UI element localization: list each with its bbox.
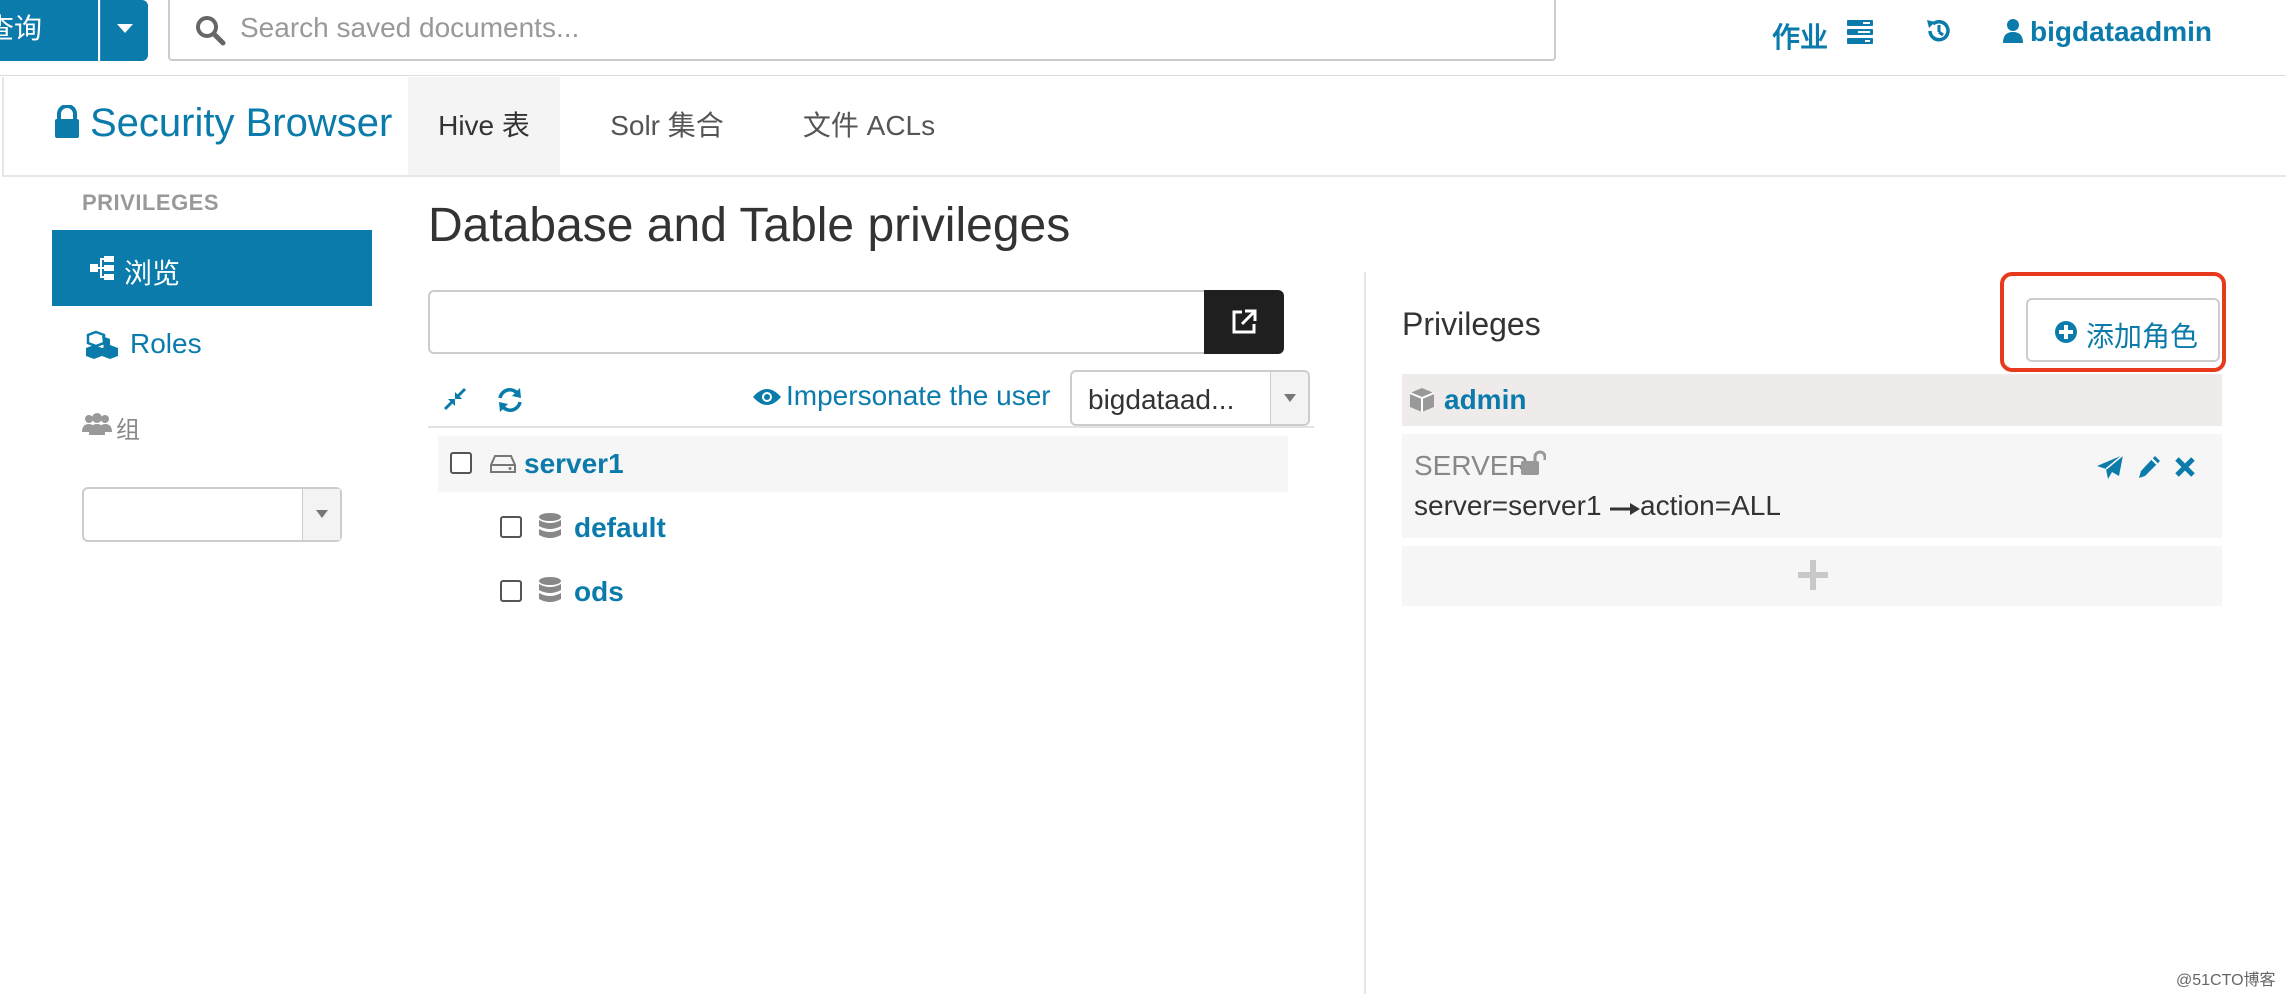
arrow-right-icon	[1610, 502, 1640, 516]
external-link-icon	[1230, 308, 1258, 336]
sidebar-item-label: 组	[116, 417, 140, 444]
group-select-toggle[interactable]	[302, 489, 340, 540]
role-header[interactable]: admin	[1402, 374, 2222, 426]
group-select[interactable]	[82, 487, 342, 542]
privilege-card: SERVER server=server1 action=ALL	[1402, 434, 2222, 538]
plus-icon	[1798, 560, 1828, 590]
caret-down-icon	[117, 24, 133, 33]
user-menu[interactable]: bigdataadmin	[2030, 16, 2212, 48]
tab-label: Solr 集合	[610, 110, 724, 141]
user-select-value: bigdataad...	[1088, 384, 1235, 415]
refresh-icon[interactable]	[496, 386, 524, 414]
security-browser-header: Security Browser Hive 表 Solr 集合 文件 ACLs	[2, 77, 2286, 177]
cube-icon	[1408, 386, 1436, 414]
privilege-object: server=server1	[1414, 490, 1602, 521]
cubes-icon	[86, 330, 120, 360]
user-icon	[2002, 18, 2024, 44]
user-select-toggle[interactable]	[1270, 372, 1308, 424]
tree-node-database[interactable]: ods	[488, 564, 1288, 620]
sitemap-icon	[90, 255, 116, 281]
server-icon	[490, 454, 516, 474]
tab-file-acls[interactable]: 文件 ACLs	[774, 77, 964, 175]
database-icon	[538, 576, 562, 606]
delete-icon[interactable]	[2174, 456, 2196, 478]
tree-node-label[interactable]: server1	[524, 448, 624, 480]
search-icon	[194, 14, 226, 46]
impersonate-user-link[interactable]: Impersonate the user	[786, 380, 1051, 412]
tab-label: Hive 表	[438, 110, 530, 141]
lock-icon	[54, 105, 80, 139]
add-privilege-button[interactable]	[1402, 546, 2222, 606]
caret-down-icon	[316, 510, 328, 518]
unlock-icon	[1520, 450, 1546, 476]
highlight-annotation	[2000, 272, 2226, 372]
users-icon	[82, 412, 112, 436]
user-name: bigdataadmin	[2030, 16, 2213, 47]
tree-node-database[interactable]: default	[488, 500, 1288, 556]
collapse-icon[interactable]	[442, 386, 468, 412]
panel-divider	[1364, 272, 1366, 994]
tree-node-server[interactable]: server1	[438, 436, 1288, 492]
eye-icon	[752, 386, 782, 408]
privileges-title: Privileges	[1402, 306, 1541, 342]
app-brand-title[interactable]: Security Browser	[90, 101, 392, 146]
server-checkbox[interactable]	[450, 452, 472, 474]
sidebar-heading: PRIVILEGES	[82, 190, 220, 215]
tree-node-label[interactable]: ods	[574, 576, 624, 608]
watermark: @51CTO博客	[2176, 972, 2276, 989]
tasks-icon[interactable]	[1846, 18, 1874, 46]
send-icon[interactable]	[2096, 454, 2124, 480]
page-title: Database and Table privileges	[428, 199, 1071, 252]
tab-solr-collections[interactable]: Solr 集合	[584, 77, 750, 175]
open-path-button[interactable]	[1204, 290, 1284, 354]
privilege-action: action=ALL	[1640, 490, 1781, 521]
edit-icon[interactable]	[2136, 454, 2162, 480]
path-filter-input[interactable]	[428, 290, 1206, 354]
search-documents-input[interactable]: Search saved documents...	[168, 0, 1556, 61]
sidebar-item-label: 浏览	[124, 258, 181, 289]
impersonate-user-select[interactable]: bigdataad...	[1070, 370, 1310, 426]
database-icon	[538, 512, 562, 542]
tree-node-label[interactable]: default	[574, 512, 666, 544]
jobs-label: 作业	[1772, 22, 1829, 53]
divider	[428, 426, 1314, 428]
privilege-scope: SERVER	[1414, 450, 1529, 481]
database-checkbox[interactable]	[500, 516, 522, 538]
query-dropdown-toggle[interactable]	[100, 0, 148, 61]
database-checkbox[interactable]	[500, 580, 522, 602]
query-button[interactable]: 查询	[0, 0, 98, 61]
tab-hive-tables[interactable]: Hive 表	[408, 77, 560, 175]
sidebar-item-groups[interactable]: 组	[52, 386, 372, 462]
history-icon[interactable]	[1924, 16, 1954, 46]
caret-down-icon	[1284, 394, 1296, 402]
jobs-link[interactable]: 作业	[1772, 16, 1828, 56]
role-name[interactable]: admin	[1444, 384, 1526, 416]
sidebar-item-label: Roles	[130, 328, 202, 359]
search-placeholder: Search saved documents...	[240, 12, 580, 43]
query-button-label: 查询	[0, 13, 43, 44]
sidebar-item-browse[interactable]: 浏览	[52, 230, 372, 306]
tab-label: 文件 ACLs	[802, 110, 936, 141]
sidebar-item-roles[interactable]: Roles	[52, 306, 372, 382]
privilege-detail: server=server1 action=ALL	[1414, 490, 1781, 522]
top-navbar: 查询 Search saved documents... 作业 bigdataa…	[0, 0, 2286, 76]
